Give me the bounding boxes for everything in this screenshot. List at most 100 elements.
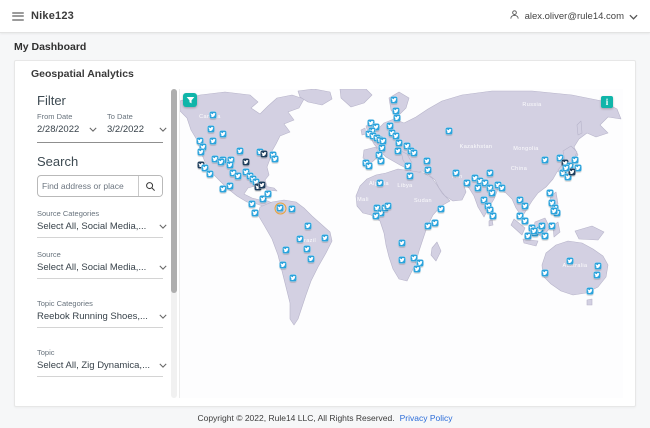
map-marker-twitter[interactable] — [594, 262, 602, 270]
map-marker-twitter[interactable] — [304, 222, 312, 230]
map-marker-twitter[interactable] — [437, 205, 445, 213]
map-marker-twitter[interactable] — [289, 274, 297, 282]
map-marker-twitter[interactable] — [393, 114, 401, 122]
map-marker-twitter[interactable] — [541, 232, 549, 240]
map-marker-twitter[interactable] — [521, 202, 529, 210]
map-marker-twitter[interactable] — [486, 169, 494, 177]
map-marker-twitter[interactable] — [562, 164, 570, 172]
map-marker-twitter[interactable] — [474, 184, 482, 192]
map-marker-twitter[interactable] — [219, 130, 227, 138]
topic-select[interactable]: Select All, Zig Dynamica,... — [37, 360, 167, 371]
map-marker-twitter[interactable] — [530, 227, 538, 235]
map-country-label: Mongolia — [513, 146, 539, 152]
map-marker-twitter[interactable] — [410, 149, 418, 157]
map-marker-twitter[interactable] — [489, 212, 497, 220]
map-marker-twitter[interactable] — [379, 137, 387, 145]
map-marker-twitter[interactable] — [377, 157, 385, 165]
map-marker-twitter[interactable] — [424, 222, 432, 230]
map-marker-twitter[interactable] — [406, 172, 414, 180]
map-marker-twitter[interactable] — [321, 234, 329, 242]
map-marker-twitter[interactable] — [282, 246, 290, 254]
map-marker-twitter[interactable] — [372, 212, 380, 220]
map-filter-button[interactable] — [183, 93, 197, 107]
map-marker-twitter[interactable] — [197, 148, 205, 156]
map-marker-twitter[interactable] — [307, 255, 315, 263]
map-marker-twitter[interactable] — [296, 235, 304, 243]
to-date-select[interactable]: 3/2/2022 — [107, 124, 167, 135]
map-marker-twitter[interactable] — [566, 257, 574, 265]
map-marker-twitter[interactable] — [521, 217, 529, 225]
map-marker-twitter[interactable] — [498, 184, 506, 192]
map-marker-twitter[interactable] — [404, 162, 412, 170]
map-marker-twitter[interactable] — [463, 179, 471, 187]
map-marker-twitter[interactable] — [413, 265, 421, 273]
search-button[interactable] — [138, 176, 162, 196]
map-marker-twitter[interactable] — [251, 209, 259, 217]
user-account-menu[interactable]: alex.oliver@rule14.com — [509, 7, 638, 25]
map-marker-twitter[interactable] — [279, 261, 287, 269]
map-marker-twitter[interactable] — [226, 182, 234, 190]
source-categories-select[interactable]: Select All, Social Media,... — [37, 221, 167, 232]
map-marker-twitter[interactable] — [568, 168, 576, 176]
map-marker-twitter[interactable] — [571, 156, 579, 164]
map-marker-twitter[interactable] — [593, 271, 601, 279]
map-marker-twitter[interactable] — [209, 111, 217, 119]
map-marker-twitter[interactable] — [264, 190, 272, 198]
map-marker-twitter[interactable] — [423, 157, 431, 165]
map-marker-twitter[interactable] — [541, 156, 549, 164]
scrollbar-thumb[interactable] — [171, 89, 177, 293]
map-marker-twitter[interactable] — [236, 147, 244, 155]
hamburger-menu-icon[interactable] — [12, 11, 24, 21]
map-marker-twitter[interactable] — [288, 205, 296, 213]
map-marker-twitter[interactable] — [365, 162, 373, 170]
map-marker-twitter[interactable] — [395, 139, 403, 147]
map-marker-twitter[interactable] — [424, 166, 432, 174]
chevron-down-icon — [159, 127, 167, 132]
map-marker-twitter[interactable] — [207, 125, 215, 133]
map-marker-twitter[interactable] — [541, 269, 549, 277]
map-marker-twitter[interactable] — [445, 127, 453, 135]
map-marker-twitter[interactable] — [390, 96, 398, 104]
map-marker-twitter[interactable] — [274, 202, 286, 214]
map-marker-twitter[interactable] — [260, 150, 268, 158]
map-marker-twitter[interactable] — [431, 219, 439, 227]
map-marker-twitter[interactable] — [392, 132, 400, 140]
map-marker-twitter[interactable] — [398, 256, 406, 264]
from-date-select[interactable]: 2/28/2022 — [37, 124, 97, 135]
map-marker-twitter[interactable] — [386, 122, 394, 130]
map-marker-twitter[interactable] — [376, 179, 384, 187]
map-marker-twitter[interactable] — [550, 207, 558, 215]
map-marker-twitter[interactable] — [217, 158, 225, 166]
lexicon-categories-select[interactable]: Lexicon Categories — [37, 397, 163, 398]
map-marker-twitter[interactable] — [384, 202, 392, 210]
map-marker-twitter[interactable] — [586, 287, 594, 295]
map-marker-twitter[interactable] — [392, 107, 400, 115]
map-marker-twitter[interactable] — [488, 189, 496, 197]
map-marker-twitter[interactable] — [452, 169, 460, 177]
map-marker-twitter[interactable] — [271, 155, 279, 163]
map-marker-twitter[interactable] — [219, 185, 227, 193]
map-marker-twitter[interactable] — [248, 200, 256, 208]
map-marker-twitter[interactable] — [538, 222, 546, 230]
search-input[interactable] — [38, 181, 138, 191]
map-marker-twitter[interactable] — [303, 245, 311, 253]
map-marker-twitter[interactable] — [574, 164, 582, 172]
world-map[interactable]: CanadaRussiaKazakhstanMongoliaChinaIranL… — [179, 89, 623, 398]
map-marker-twitter[interactable] — [226, 161, 234, 169]
map-marker-twitter[interactable] — [378, 144, 386, 152]
map-info-button[interactable]: i — [601, 96, 613, 108]
map-marker-twitter[interactable] — [548, 222, 556, 230]
map-marker-twitter[interactable] — [398, 239, 406, 247]
map-marker-twitter[interactable] — [394, 147, 402, 155]
map-marker-twitter[interactable] — [242, 158, 250, 166]
map-marker-twitter[interactable] — [234, 172, 242, 180]
map-marker-twitter[interactable] — [258, 181, 266, 189]
topic-categories-select[interactable]: Reebok Running Shoes,... — [37, 311, 167, 322]
privacy-policy-link[interactable]: Privacy Policy — [400, 413, 453, 423]
map-marker-twitter[interactable] — [209, 137, 217, 145]
map-marker-twitter[interactable] — [546, 189, 554, 197]
twitter-icon — [487, 170, 493, 176]
source-select[interactable]: Select All, Social Media,... — [37, 262, 167, 273]
map-marker-twitter[interactable] — [206, 170, 214, 178]
filter-panel-scrollbar[interactable] — [171, 89, 177, 398]
